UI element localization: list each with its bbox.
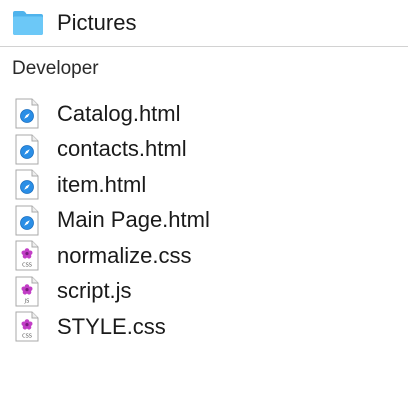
html-file-icon — [15, 169, 39, 200]
file-name: contacts.html — [57, 136, 187, 162]
file-name: Catalog.html — [57, 100, 181, 126]
list-item[interactable]: contacts.html — [0, 132, 408, 168]
js-file-icon: JS — [15, 276, 39, 307]
list-item[interactable]: CSS normalize.css — [0, 238, 408, 274]
file-browser-window: Pictures Developer Catalog.html contacts… — [0, 0, 408, 410]
svg-text:CSS: CSS — [22, 334, 32, 340]
html-file-icon — [15, 134, 39, 165]
html-file-icon — [15, 98, 39, 129]
svg-text:JS: JS — [24, 298, 30, 304]
folder-icon — [13, 11, 43, 35]
svg-text:CSS: CSS — [22, 263, 32, 269]
file-name: STYLE.css — [57, 313, 166, 339]
divider — [0, 46, 408, 47]
list-item[interactable]: CSS STYLE.css — [0, 309, 408, 345]
list-item[interactable]: item.html — [0, 167, 408, 203]
list-item[interactable]: JS script.js — [0, 274, 408, 310]
list-item[interactable]: Main Page.html — [0, 203, 408, 239]
html-file-icon — [15, 205, 39, 236]
file-name: item.html — [57, 171, 147, 197]
list-item[interactable]: Catalog.html — [0, 96, 408, 132]
css-file-icon: CSS — [15, 240, 39, 271]
section-title: Developer — [12, 58, 99, 79]
file-name: normalize.css — [57, 242, 192, 268]
folder-row-pictures[interactable]: Pictures — [0, 0, 408, 46]
folder-label: Pictures — [57, 10, 137, 35]
file-name: script.js — [57, 278, 132, 304]
css-file-icon: CSS — [15, 311, 39, 342]
file-list: Catalog.html contacts.html item.html Mai… — [0, 96, 408, 345]
file-name: Main Page.html — [57, 207, 210, 233]
